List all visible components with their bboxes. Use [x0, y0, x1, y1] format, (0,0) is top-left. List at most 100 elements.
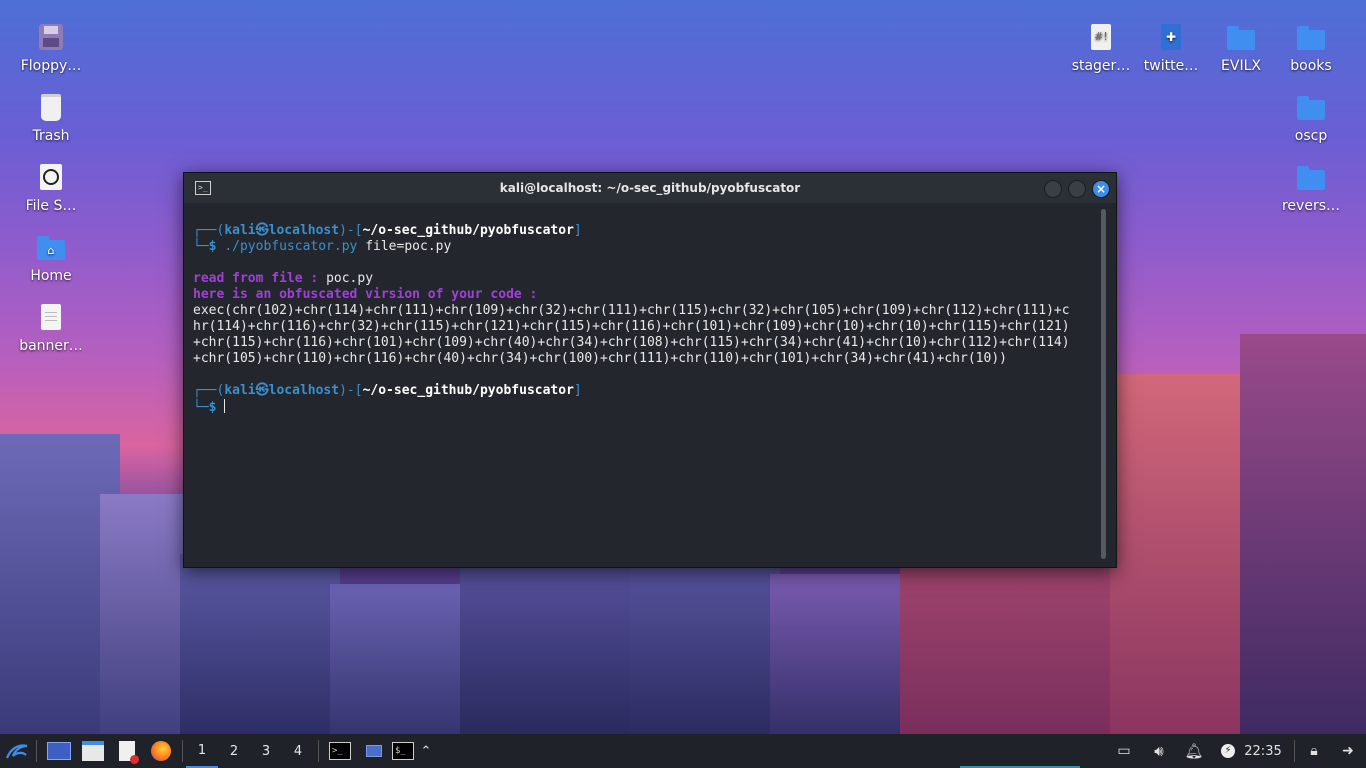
terminal-output[interactable]: ┌──(kali㉿localhost)-[~/o-sec_github/pyob…: [193, 223, 1096, 416]
floppy-icon: [36, 22, 66, 52]
workspace-3[interactable]: 3: [250, 734, 282, 768]
kali-dragon-icon: [5, 744, 28, 759]
folder-icon: [1226, 22, 1256, 52]
show-desktop-button[interactable]: [44, 734, 74, 768]
text-editor-launcher[interactable]: [112, 734, 142, 768]
taskbar-separator: [36, 740, 37, 762]
prompt-frame: ┌──(: [193, 383, 225, 398]
desktop-icon-label: oscp: [1294, 128, 1328, 144]
prompt-frame: )-[: [339, 383, 363, 398]
prompt-frame: )-[: [339, 223, 363, 238]
workspace-label: 1: [197, 742, 207, 758]
prompt-frame: ]: [573, 223, 582, 238]
desktop-icon-floppy[interactable]: Floppy…: [13, 22, 89, 74]
output-code-line: hr(114)+chr(116)+chr(32)+chr(115)+chr(12…: [193, 319, 1070, 334]
file-manager-icon: [82, 741, 104, 761]
taskbar-separator: [1294, 740, 1295, 762]
file-manager-launcher[interactable]: [78, 734, 108, 768]
clock-time: 22:35: [1244, 743, 1282, 759]
desktop-icon-label: stager…: [1071, 58, 1131, 74]
chevron-up-icon: ⌃: [420, 743, 432, 759]
prompt-user: kali: [224, 383, 256, 398]
terminal-launcher[interactable]: $_: [390, 734, 416, 768]
output-line: read from file : poc.py: [193, 271, 1096, 287]
workspace-label: 4: [293, 743, 303, 759]
prompt-dollar: $: [208, 239, 217, 254]
command-text: ./pyobfuscator.py: [224, 239, 358, 254]
volume-control[interactable]: 🔊︎: [1147, 734, 1171, 768]
terminal-scrollbar[interactable]: [1101, 209, 1106, 559]
firefox-launcher[interactable]: [146, 734, 176, 768]
desktop-icon-oscp[interactable]: oscp: [1273, 92, 1349, 144]
workspace-1[interactable]: 1: [186, 734, 218, 768]
prompt-path: ~/o-sec_github/pyobfuscator: [362, 383, 574, 398]
desktop-icon-books[interactable]: books: [1273, 22, 1349, 74]
bell-icon: 🔔︎: [1184, 742, 1204, 760]
prompt-host: localhost: [268, 383, 340, 398]
workspace-label: 2: [229, 743, 239, 759]
command-line: └─$ ./pyobfuscator.py file=poc.py: [193, 239, 1096, 255]
desktop-icon-label: Home: [30, 268, 72, 284]
workspace-4[interactable]: 4: [282, 734, 314, 768]
prompt-at: ㉿: [255, 223, 269, 238]
desktop-icon-label: Trash: [32, 128, 70, 144]
power-manager[interactable]: ⚡: [1216, 734, 1240, 768]
notifications-button[interactable]: 🔔︎: [1182, 734, 1206, 768]
desktop-icon-stager[interactable]: #! stager…: [1063, 22, 1139, 74]
desktop-icon-label: banner…: [19, 338, 83, 354]
logout-button[interactable]: ➜: [1336, 734, 1360, 768]
folder-icon: [1296, 22, 1326, 52]
desktop-icon-file-system[interactable]: File S…: [13, 162, 89, 214]
minimize-button[interactable]: [1044, 180, 1062, 198]
desktop-icon-evilx[interactable]: EVILX: [1203, 22, 1279, 74]
command-line[interactable]: └─$: [193, 399, 1096, 416]
prompt-at: ㉿: [255, 383, 269, 398]
prompt-frame: └─: [193, 400, 209, 415]
trash-icon: [36, 92, 66, 122]
taskbar-terminal-window[interactable]: >_: [326, 734, 354, 768]
prompt-user: kali: [224, 223, 256, 238]
terminal-icon: $_: [392, 742, 414, 760]
desktop-icon-twitter[interactable]: ✚ twitte…: [1133, 22, 1209, 74]
taskbar-separator: [318, 740, 319, 762]
clock[interactable]: 22:35: [1242, 734, 1284, 768]
taskbar: 1 2 3 4 >_ $_ ⌃ ▭ 🔊︎ 🔔︎ ⚡ 22:35 🔒︎ ➜: [0, 734, 1366, 768]
prompt-dollar: $: [208, 400, 217, 415]
desktop-icon-trash[interactable]: Trash: [13, 92, 89, 144]
desktop-icon-label: twitte…: [1143, 58, 1199, 74]
output-code-line: +chr(105)+chr(110)+chr(116)+chr(40)+chr(…: [193, 351, 1007, 366]
python-file-icon: ✚: [1156, 22, 1186, 52]
desktop-icon-label: EVILX: [1221, 58, 1261, 74]
output-value: poc.py: [326, 271, 374, 286]
workspace-label: 3: [261, 743, 271, 759]
application-menu-button[interactable]: [2, 734, 32, 768]
prompt-line: ┌──(kali㉿localhost)-[~/o-sec_github/pyob…: [193, 383, 1096, 399]
output-line: here is an obfuscated virsion of your co…: [193, 287, 538, 302]
terminal-titlebar[interactable]: >_ kali@localhost: ~/o-sec_github/pyobfu…: [184, 173, 1116, 203]
prompt-path: ~/o-sec_github/pyobfuscator: [362, 223, 574, 238]
close-icon: ×: [1095, 182, 1107, 196]
logout-icon: ➜: [1342, 743, 1354, 759]
maximize-button[interactable]: [1068, 180, 1086, 198]
taskbar-app-window[interactable]: [360, 734, 388, 768]
taskbar-separator: [182, 740, 183, 762]
desktop-icon-label: revers…: [1281, 198, 1340, 214]
lock-screen-button[interactable]: 🔒︎: [1302, 734, 1326, 768]
desktop-icon: [47, 742, 71, 760]
terminal-window[interactable]: >_ kali@localhost: ~/o-sec_github/pyobfu…: [183, 172, 1117, 568]
desktop-icon-banner[interactable]: banner…: [13, 302, 89, 354]
terminal-icon: >_: [329, 742, 351, 760]
window-title: kali@localhost: ~/o-sec_github/pyobfusca…: [499, 181, 801, 195]
desktop-icon-reverse[interactable]: revers…: [1273, 162, 1349, 214]
prompt-frame: └─: [193, 239, 209, 254]
close-button[interactable]: ×: [1092, 180, 1110, 198]
workspace-2[interactable]: 2: [218, 734, 250, 768]
folder-icon: [1296, 162, 1326, 192]
panel-expand-button[interactable]: ⌃: [418, 734, 434, 768]
network-status[interactable]: ▭: [1112, 734, 1136, 768]
desktop-icon-label: books: [1290, 58, 1332, 74]
output-label: read from file :: [193, 271, 319, 286]
battery-charging-icon: ⚡: [1221, 744, 1235, 758]
text-file-icon: [36, 302, 66, 332]
desktop-icon-home[interactable]: ⌂ Home: [13, 232, 89, 284]
